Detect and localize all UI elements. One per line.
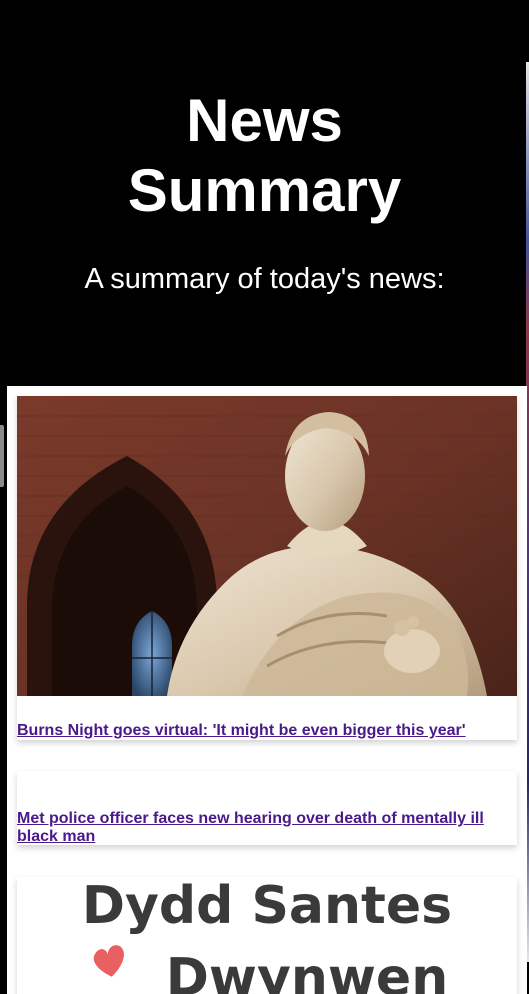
- page-header: News Summary A summary of today's news:: [0, 0, 529, 386]
- article-image[interactable]: [17, 396, 517, 696]
- article-card: Met police officer faces new hearing ove…: [17, 771, 517, 845]
- article-headline-link[interactable]: Met police officer faces new hearing ove…: [17, 810, 517, 846]
- page-title: News Summary: [127, 87, 402, 224]
- news-feed: Burns Night goes virtual: 'It might be e…: [7, 386, 527, 994]
- promo-image[interactable]: Dydd Santes Dwynwen: [17, 877, 517, 994]
- promo-text-line1: Dydd Santes: [82, 877, 452, 936]
- page-subtitle: A summary of today's news:: [84, 263, 445, 295]
- article-card: Burns Night goes virtual: 'It might be e…: [17, 396, 517, 740]
- heart-icon: [93, 945, 124, 977]
- promo-card: Dydd Santes Dwynwen: [17, 877, 517, 994]
- news-summary-page: NewsSummary A summary of today's news:: [0, 0, 529, 994]
- side-panel-handle[interactable]: [0, 425, 4, 487]
- article-headline-link[interactable]: Burns Night goes virtual: 'It might be e…: [17, 722, 517, 740]
- promo-text-line2: Dwynwen: [166, 948, 448, 994]
